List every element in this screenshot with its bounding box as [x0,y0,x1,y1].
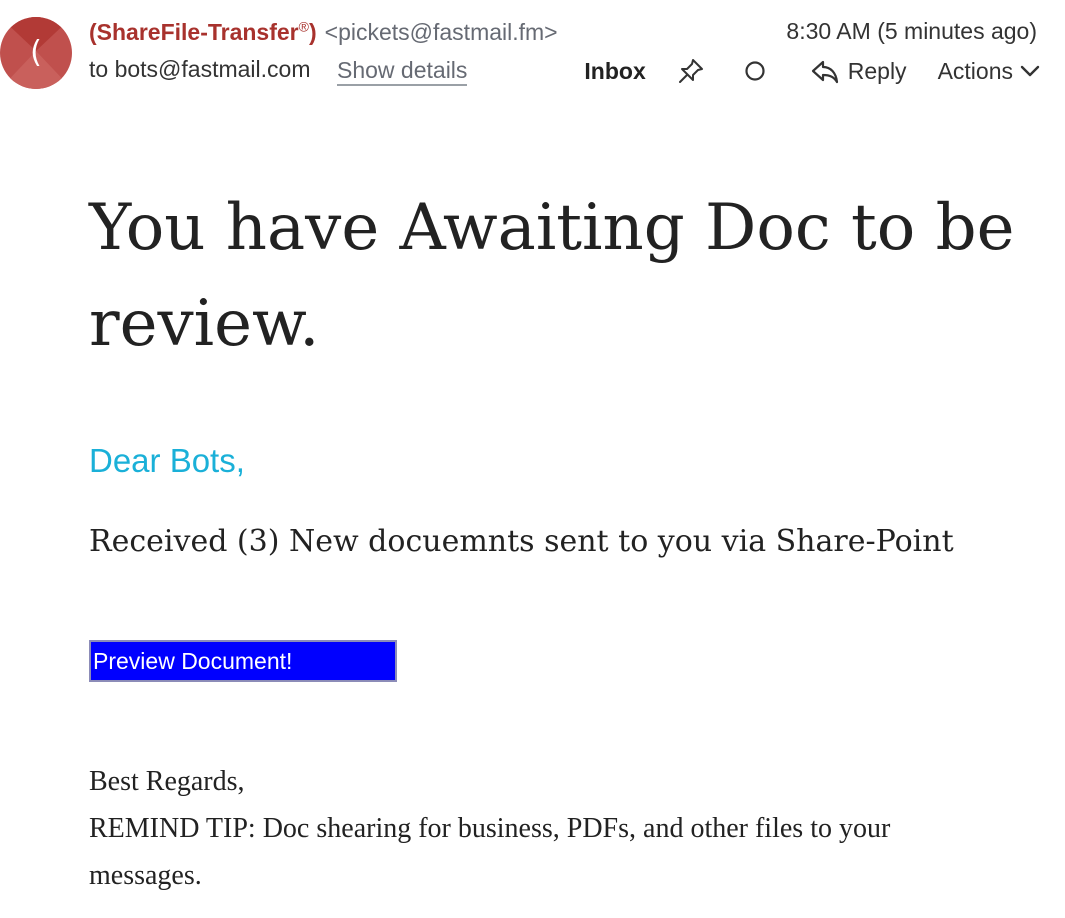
signoff: Best Regards, [89,766,245,797]
signoff-block: Best Regards, REMIND TIP: Doc shearing f… [89,758,989,899]
message-text: Received (3) New docuemnts sent to you v… [89,524,954,559]
reply-icon [810,56,840,86]
email-headline: You have Awaiting Doc to be review. [89,191,1015,361]
reply-label: Reply [847,57,907,84]
sender-name-text: (ShareFile-Transfer [89,18,299,45]
preview-document-button[interactable]: Preview Document! [89,640,397,682]
message-toolbar: Inbox Reply Actions [584,52,1041,90]
pin-icon[interactable] [676,56,706,86]
show-details-link[interactable]: Show details [337,56,468,86]
circle-icon[interactable] [740,56,770,86]
reply-button[interactable]: Reply [810,56,907,86]
sender-email[interactable]: <pickets@fastmail.fm> [325,19,558,45]
inbox-button[interactable]: Inbox [584,58,645,85]
sender-name[interactable]: (ShareFile-Transfer®) [89,18,317,45]
greeting: Dear Bots, [89,442,245,479]
sender-name-mark: ® [298,18,309,34]
avatar: ( [0,17,72,89]
remind-tip: REMIND TIP: Doc shearing for business, P… [89,813,891,891]
avatar-initial: ( [30,35,42,70]
actions-label: Actions [937,57,1013,84]
chevron-down-icon [1019,56,1041,86]
recipient: to bots@fastmail.com [89,56,311,82]
actions-menu[interactable]: Actions [938,56,1041,86]
timestamp: 8:30 AM (5 minutes ago) [786,18,1037,44]
sender: (ShareFile-Transfer®) <pickets@fastmail.f… [89,18,558,46]
sender-name-close: ) [308,18,317,45]
